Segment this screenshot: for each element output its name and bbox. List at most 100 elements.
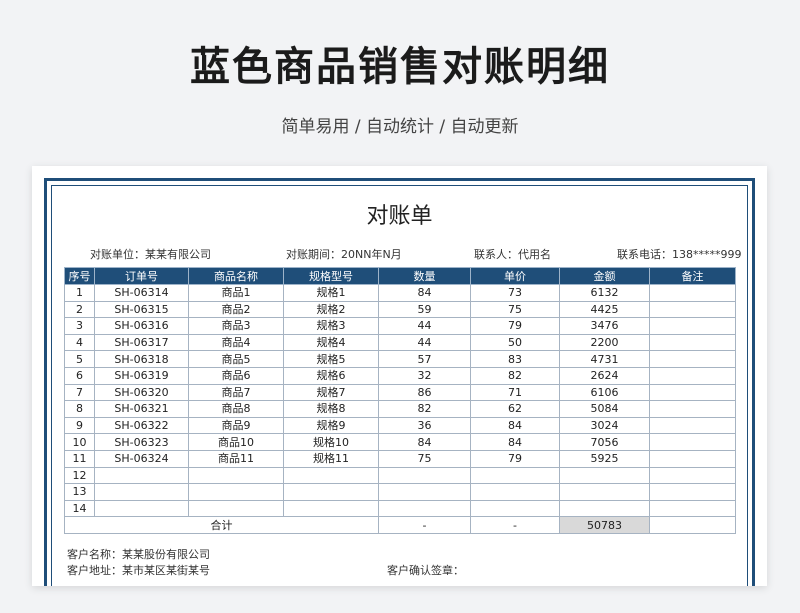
table-cell: 规格8 [283, 400, 379, 418]
table-cell [559, 483, 650, 501]
table-cell: SH-06324 [94, 449, 189, 468]
table-cell: SH-06318 [94, 350, 189, 368]
statement-title: 对账单 [366, 204, 433, 229]
table-cell [649, 466, 736, 485]
table-cell: 32 [378, 366, 471, 385]
table-cell: 36 [378, 416, 471, 435]
column-header: 规格型号 [283, 267, 379, 285]
customer-address: 客户地址：某市某区某街某号 [67, 564, 210, 577]
table-cell: 商品2 [188, 300, 284, 319]
table-cell [649, 400, 736, 418]
table-cell: 规格2 [283, 300, 379, 319]
table-row: 1 SH-06314 商品1 规格1 84 73 6132 [64, 284, 736, 302]
table-cell: 规格7 [283, 383, 379, 402]
table-cell: 商品4 [188, 333, 284, 352]
table-cell: SH-06315 [94, 300, 189, 319]
table-row: 14 [64, 499, 736, 518]
table-cell: 4731 [559, 350, 650, 368]
column-header: 订单号 [94, 267, 189, 285]
total-note [649, 516, 736, 534]
table-cell [649, 449, 736, 468]
table-row: 4 SH-06317 商品4 规格4 44 50 2200 [64, 333, 736, 352]
table-cell: 商品7 [188, 383, 284, 402]
table-cell [649, 284, 736, 302]
table-cell: 84 [378, 433, 471, 451]
column-header: 数量 [378, 267, 471, 285]
table-cell [649, 333, 736, 352]
table-cell [378, 483, 471, 501]
table-cell [649, 317, 736, 335]
table-cell: 2624 [559, 366, 650, 385]
table-cell [470, 483, 560, 501]
table-cell: 规格10 [283, 433, 379, 451]
table-cell: 6 [64, 366, 95, 385]
table-cell: 2 [64, 300, 95, 319]
table-cell [378, 499, 471, 518]
table-cell: SH-06323 [94, 433, 189, 451]
table-cell: 规格11 [283, 449, 379, 468]
table-row: 11 SH-06324 商品11 规格11 75 79 5925 [64, 449, 736, 468]
table-row: 8 SH-06321 商品8 规格8 82 62 5084 [64, 400, 736, 418]
total-row: 合计 - - 50783 [64, 516, 736, 534]
table-cell [94, 466, 189, 485]
table-cell: 86 [378, 383, 471, 402]
table-cell: 13 [64, 483, 95, 501]
table-cell [649, 416, 736, 435]
table-cell: 规格9 [283, 416, 379, 435]
table-cell: 规格4 [283, 333, 379, 352]
table-cell: SH-06322 [94, 416, 189, 435]
table-cell [649, 366, 736, 385]
table-cell [559, 499, 650, 518]
table-cell: 5 [64, 350, 95, 368]
table-cell: 商品8 [188, 400, 284, 418]
table-row: 3 SH-06316 商品3 规格3 44 79 3476 [64, 317, 736, 335]
table-cell [188, 499, 284, 518]
table-cell: 3024 [559, 416, 650, 435]
table-cell: 73 [470, 284, 560, 302]
table-cell: 4 [64, 333, 95, 352]
page-title: 蓝色商品销售对账明细 [190, 44, 610, 90]
table-cell: 规格5 [283, 350, 379, 368]
table-cell: 44 [378, 317, 471, 335]
table-cell [649, 499, 736, 518]
table-cell: 62 [470, 400, 560, 418]
table-row: 12 [64, 466, 736, 485]
customer-confirm: 客户确认签章： [387, 564, 464, 577]
table-row: 6 SH-06319 商品6 规格6 32 82 2624 [64, 366, 736, 385]
table-cell: 11 [64, 449, 95, 468]
table-cell [649, 300, 736, 319]
table-cell: 规格6 [283, 366, 379, 385]
table-cell: SH-06316 [94, 317, 189, 335]
table-cell: 75 [378, 449, 471, 468]
table-cell: 59 [378, 300, 471, 319]
table-cell: 7 [64, 383, 95, 402]
table-cell: 2200 [559, 333, 650, 352]
info-phone: 联系电话：138*****999 [617, 248, 742, 261]
total-price: - [470, 516, 560, 534]
table-cell: 84 [470, 416, 560, 435]
table-cell: 75 [470, 300, 560, 319]
table-row: 7 SH-06320 商品7 规格7 86 71 6106 [64, 383, 736, 402]
table-cell: 商品11 [188, 449, 284, 468]
column-header: 序号 [64, 267, 95, 285]
table-cell [283, 483, 379, 501]
page-subtitle: 简单易用 / 自动统计 / 自动更新 [281, 117, 519, 137]
table-cell: 44 [378, 333, 471, 352]
table-cell: 1 [64, 284, 95, 302]
table-cell: 商品3 [188, 317, 284, 335]
table-cell: 82 [378, 400, 471, 418]
table-cell: 6106 [559, 383, 650, 402]
table-cell: 10 [64, 433, 95, 451]
table-cell [283, 466, 379, 485]
table-cell: 规格3 [283, 317, 379, 335]
table-row: 5 SH-06318 商品5 规格5 57 83 4731 [64, 350, 736, 368]
table-cell: 商品10 [188, 433, 284, 451]
table-cell: 商品9 [188, 416, 284, 435]
table-cell [559, 466, 650, 485]
table-cell [470, 499, 560, 518]
table-row: 13 [64, 483, 736, 501]
table-cell: 79 [470, 317, 560, 335]
table-cell [649, 483, 736, 501]
table-cell: SH-06320 [94, 383, 189, 402]
table-cell: 50 [470, 333, 560, 352]
